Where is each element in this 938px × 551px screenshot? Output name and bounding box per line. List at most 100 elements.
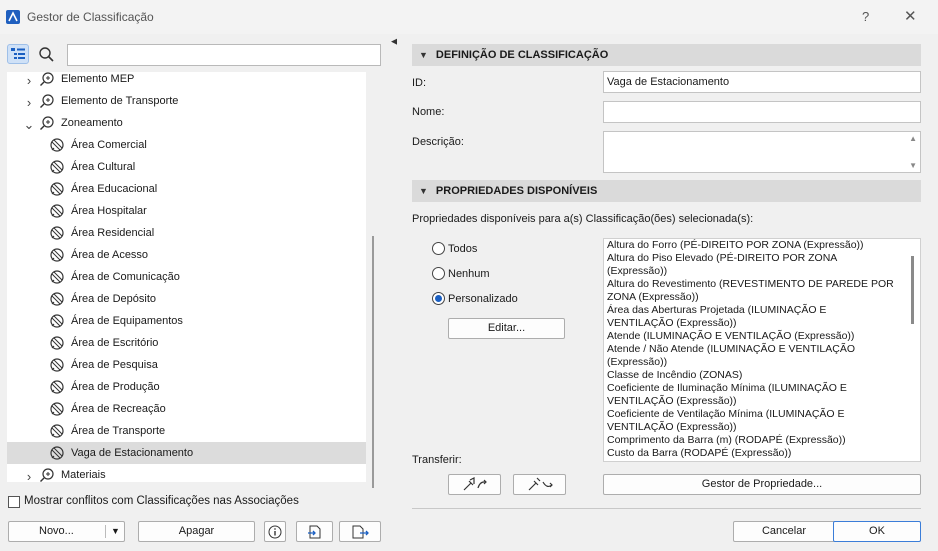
property-line[interactable]: Atende (ILUMINAÇÃO E VENTILAÇÃO (Express…	[607, 330, 854, 343]
property-line[interactable]: Custo da Barra (RODAPÉ (Expressão))	[607, 447, 791, 460]
classification-group-icon	[40, 116, 54, 130]
tree-item[interactable]: Área Cultural	[7, 156, 366, 178]
classification-item-icon	[50, 138, 64, 152]
delete-button[interactable]: Apagar	[138, 521, 255, 542]
archicad-app-icon	[6, 10, 20, 24]
tree-item[interactable]: Área de Produção	[7, 376, 366, 398]
classification-tree[interactable]: › Elemento MEP › Elemento de Transporte ⌄ Zon…	[7, 72, 366, 482]
tree-item[interactable]: › Materiais	[7, 464, 366, 482]
property-line[interactable]: Atende / Não Atende (ILUMINAÇÃO E VENTIL…	[607, 343, 855, 356]
edit-button[interactable]: Editar...	[448, 318, 565, 339]
search-input[interactable]	[67, 44, 381, 66]
tree-item[interactable]: Área Residencial	[7, 222, 366, 244]
id-label: ID:	[412, 77, 427, 89]
classification-item-icon	[50, 424, 64, 438]
eyedropper-icon	[463, 477, 487, 491]
property-line[interactable]: Área das Aberturas Projetada (ILUMINAÇÃO…	[607, 304, 826, 317]
chevron-right-icon[interactable]: ›	[23, 73, 35, 88]
tree-item[interactable]: › Elemento MEP	[7, 72, 366, 90]
chevron-down-icon[interactable]: ▼	[111, 522, 120, 541]
classification-item-icon	[50, 402, 64, 416]
radio-custom[interactable]	[432, 292, 445, 305]
definition-section-header[interactable]: ▼ DEFINIÇÃO DE CLASSIFICAÇÃO	[412, 44, 921, 66]
tree-item-label: Área de Produção	[71, 381, 160, 393]
props-section-title: PROPRIEDADES DISPONÍVEIS	[435, 185, 598, 197]
tree-item-label: Área de Escritório	[71, 337, 159, 349]
name-label: Nome:	[412, 106, 445, 118]
transfer-copy-button[interactable]	[448, 474, 501, 495]
property-line[interactable]: (Expressão))	[607, 265, 667, 278]
scroll-up-icon[interactable]: ▲	[909, 134, 917, 143]
tree-item[interactable]: ⌄ Zoneamento	[7, 112, 366, 134]
tree-view-button[interactable]	[7, 44, 29, 64]
tree-item-label: Área de Depósito	[71, 293, 156, 305]
name-field[interactable]	[603, 101, 921, 123]
chevron-down-icon[interactable]: ⌄	[23, 117, 35, 132]
triangle-down-icon: ▼	[419, 186, 428, 196]
classification-item-icon	[50, 248, 64, 262]
tree-item[interactable]: Área de Pesquisa	[7, 354, 366, 376]
tree-item-label: Área Educacional	[71, 183, 158, 195]
scroll-down-icon[interactable]: ▼	[909, 161, 917, 170]
info-button[interactable]	[264, 521, 286, 542]
import-icon	[307, 525, 320, 539]
property-line[interactable]: Coeficiente de Iluminação Mínima (ILUMIN…	[607, 382, 847, 395]
property-line[interactable]: ZONA (Expressão))	[607, 291, 699, 304]
tree-item[interactable]: Área Hospitalar	[7, 200, 366, 222]
props-section-header[interactable]: ▼ PROPRIEDADES DISPONÍVEIS	[412, 180, 921, 202]
help-button[interactable]: ?	[862, 9, 869, 24]
tree-item[interactable]: Área de Comunicação	[7, 266, 366, 288]
property-line[interactable]: Comprimento da Barra (m) (RODAPÉ (Expres…	[607, 434, 846, 447]
property-line[interactable]: VENTILAÇÃO (Expressão))	[607, 317, 737, 330]
tree-item[interactable]: Área Educacional	[7, 178, 366, 200]
property-line[interactable]: VENTILAÇÃO (Expressão))	[607, 395, 737, 408]
property-line[interactable]: Altura do Forro (PÉ-DIREITO POR ZONA (Ex…	[607, 239, 864, 252]
import-button[interactable]	[296, 521, 333, 542]
tree-item[interactable]: Área de Escritório	[7, 332, 366, 354]
radio-custom-label: Personalizado	[448, 293, 518, 305]
id-field[interactable]: Vaga de Estacionamento	[603, 71, 921, 93]
tree-item[interactable]: Área de Transporte	[7, 420, 366, 442]
chevron-right-icon[interactable]: ›	[23, 469, 35, 482]
definition-section-title: DEFINIÇÃO DE CLASSIFICAÇÃO	[435, 49, 609, 61]
property-line[interactable]: Altura do Piso Elevado (PÉ-DIREITO POR Z…	[607, 252, 837, 265]
tree-item[interactable]: Área de Acesso	[7, 244, 366, 266]
chevron-right-icon[interactable]: ›	[23, 95, 35, 110]
tree-item-label: Área de Comunicação	[71, 271, 180, 283]
tree-list-icon	[11, 48, 25, 59]
right-panel: ▼ DEFINIÇÃO DE CLASSIFICAÇÃO ID: Vaga de…	[397, 36, 938, 551]
tree-item[interactable]: Área de Equipamentos	[7, 310, 366, 332]
radio-none[interactable]	[432, 267, 445, 280]
classification-item-icon	[50, 336, 64, 350]
tree-item[interactable]: Área de Recreação	[7, 398, 366, 420]
property-line[interactable]: Altura do Revestimento (REVESTIMENTO DE …	[607, 278, 894, 291]
tree-item-label: Materiais	[61, 469, 106, 481]
tree-scrollbar[interactable]	[372, 236, 374, 488]
cancel-button[interactable]: Cancelar	[733, 521, 835, 542]
tree-item[interactable]: Área de Depósito	[7, 288, 366, 310]
window-title: Gestor de Classificação	[27, 10, 154, 24]
description-field[interactable]: ▲ ▼	[603, 131, 921, 173]
properties-list[interactable]: Altura do Forro (PÉ-DIREITO POR ZONA (Ex…	[603, 238, 921, 462]
new-button[interactable]: Novo... ▼	[8, 521, 125, 542]
classification-group-icon	[40, 468, 54, 482]
tree-item[interactable]: Área Comercial	[7, 134, 366, 156]
tree-item[interactable]: › Elemento de Transporte	[7, 90, 366, 112]
property-manager-button[interactable]: Gestor de Propriedade...	[603, 474, 921, 495]
property-line[interactable]: VENTILAÇÃO (Expressão))	[607, 421, 737, 434]
tree-item-label: Vaga de Estacionamento	[71, 447, 194, 459]
property-line[interactable]: (Expressão))	[607, 356, 667, 369]
ok-button[interactable]: OK	[833, 521, 921, 542]
export-button[interactable]	[339, 521, 381, 542]
description-label: Descrição:	[412, 136, 464, 148]
show-conflicts-checkbox[interactable]	[8, 496, 20, 508]
radio-all[interactable]	[432, 242, 445, 255]
close-button[interactable]: ✕	[904, 7, 917, 25]
property-line[interactable]: Classe de Incêndio (ZONAS)	[607, 369, 742, 382]
transfer-inject-button[interactable]	[513, 474, 566, 495]
search-button[interactable]	[36, 44, 58, 64]
classification-item-icon	[50, 182, 64, 196]
properties-scrollbar[interactable]	[911, 256, 914, 324]
tree-item[interactable]: Vaga de Estacionamento	[7, 442, 366, 464]
property-line[interactable]: Coeficiente de Ventilação Mínima (ILUMIN…	[607, 408, 845, 421]
